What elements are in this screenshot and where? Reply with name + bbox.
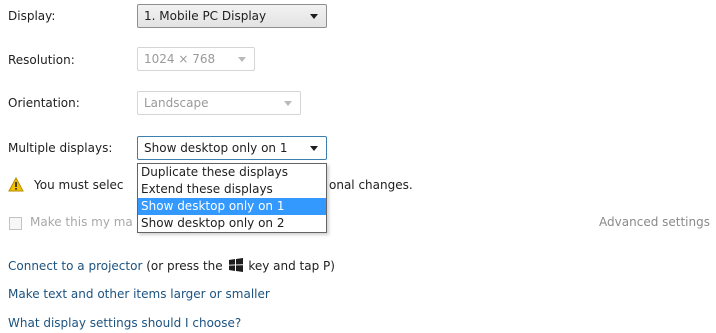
orientation-dropdown-value: Landscape: [144, 96, 209, 110]
primary-display-checkbox-label: Make this my ma: [30, 215, 133, 229]
multiple-displays-label: Multiple displays:: [8, 141, 113, 155]
resolution-label: Resolution:: [8, 53, 75, 67]
display-dropdown[interactable]: 1. Mobile PC Display: [137, 4, 327, 28]
menu-option-duplicate[interactable]: Duplicate these displays: [138, 164, 326, 181]
connect-projector-link[interactable]: Connect to a projector: [8, 259, 142, 273]
primary-display-checkbox[interactable]: [9, 217, 22, 230]
menu-option-extend[interactable]: Extend these displays: [138, 181, 326, 198]
chevron-down-icon: [284, 101, 292, 106]
display-settings-help-link[interactable]: What display settings should I choose?: [8, 316, 241, 330]
projector-hint-prefix: (or press the: [146, 259, 223, 273]
orientation-label: Orientation:: [8, 96, 80, 110]
text-size-link[interactable]: Make text and other items larger or smal…: [8, 287, 270, 301]
warning-text-end: onal changes.: [329, 178, 413, 192]
warning-text-start: You must selec: [34, 178, 124, 192]
projector-hint-suffix: key and tap P): [248, 259, 335, 273]
warning-icon: [8, 177, 24, 192]
display-dropdown-value: 1. Mobile PC Display: [144, 9, 267, 23]
menu-option-show-only-2[interactable]: Show desktop only on 2: [138, 215, 326, 232]
chevron-down-icon: [310, 146, 318, 151]
chevron-down-icon: [238, 57, 246, 62]
windows-logo-icon: [228, 258, 243, 272]
multiple-displays-dropdown[interactable]: Show desktop only on 1: [137, 136, 327, 160]
orientation-dropdown[interactable]: Landscape: [137, 91, 301, 115]
projector-row: Connect to a projector (or press the key…: [8, 258, 335, 273]
advanced-settings-link[interactable]: Advanced settings: [599, 215, 710, 229]
chevron-down-icon: [310, 14, 318, 19]
multiple-displays-menu: Duplicate these displays Extend these di…: [137, 163, 327, 233]
multiple-displays-dropdown-value: Show desktop only on 1: [144, 141, 288, 155]
resolution-dropdown[interactable]: 1024 × 768: [137, 47, 255, 71]
display-label: Display:: [8, 9, 56, 23]
resolution-dropdown-value: 1024 × 768: [144, 52, 216, 66]
menu-option-show-only-1[interactable]: Show desktop only on 1: [138, 198, 326, 215]
